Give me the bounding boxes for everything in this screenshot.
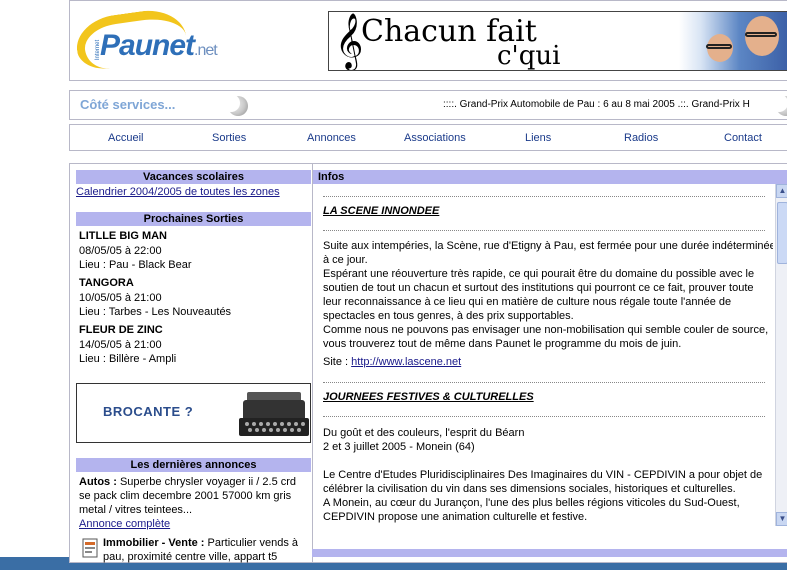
infos-content: LA SCENE INNONDEE Suite aux intempéries,… <box>313 184 773 570</box>
article-text: Du goût et des couleurs, l'esprit du Béa… <box>323 427 525 439</box>
sortie-date: 08/05/05 à 22:00 <box>79 245 162 257</box>
annonce-text: Superbe chrysler voyager ii / 2.5 crd <box>119 476 297 488</box>
brocante-text: BROCANTE ? <box>103 404 194 419</box>
nav-accueil[interactable]: Accueil <box>108 132 143 144</box>
article-text: Le Centre d'Etudes Pluridisciplinaires D… <box>323 469 763 481</box>
infos-scrollbar[interactable]: ▲ ▼ <box>775 184 787 526</box>
sortie-lieu: Lieu : Billère - Ampli <box>79 353 177 365</box>
sortie-lieu: Lieu : Pau - Black Bear <box>79 259 192 271</box>
divider <box>323 382 765 383</box>
logo-text: Paunet.net <box>100 29 218 63</box>
article-site: Site : http://www.lascene.net <box>323 355 461 369</box>
treble-clef-icon: 𝄞 <box>335 13 364 69</box>
services-title[interactable]: Côté services... <box>80 97 175 112</box>
vacances-heading: Vacances scolaires <box>76 170 311 184</box>
sortie-date: 10/05/05 à 21:00 <box>79 292 162 304</box>
annonce-line: Autos : Superbe chrysler voyager ii / 2.… <box>79 475 296 489</box>
services-bar: Côté services... ::::. Grand-Prix Automo… <box>69 90 787 120</box>
article-title[interactable]: LA SCENE INNONDEE <box>323 205 439 217</box>
scroll-thumb[interactable] <box>777 202 787 264</box>
brocante-banner[interactable]: BROCANTE ? <box>76 383 311 443</box>
article-text: Espérant une réouverture très rapide, ce… <box>323 268 755 280</box>
article-title[interactable]: JOURNEES FESTIVES & CULTURELLES <box>323 391 534 403</box>
nav-annonces[interactable]: Annonces <box>307 132 356 144</box>
sortie-date: 14/05/05 à 21:00 <box>79 339 162 351</box>
site-label: Site : <box>323 356 349 368</box>
divider <box>323 416 765 417</box>
scroll-up-button[interactable]: ▲ <box>776 184 787 198</box>
divider <box>323 230 765 231</box>
annonce-text: Particulier vends à <box>207 537 299 549</box>
glasses-right-icon <box>745 32 777 37</box>
article-text: Suite aux intempéries, la Scène, rue d'E… <box>323 240 773 252</box>
nav-associations[interactable]: Associations <box>404 132 466 144</box>
nav-radios[interactable]: Radios <box>624 132 658 144</box>
site-link[interactable]: http://www.lascene.net <box>351 356 461 368</box>
document-icon <box>82 538 98 558</box>
scroll-down-button[interactable]: ▼ <box>776 512 787 526</box>
moon-icon-right <box>770 94 787 116</box>
article-text: leur reconnaissance à ce lieu qui en mat… <box>323 296 732 308</box>
vacances-link[interactable]: Calendrier 2004/2005 de toutes les zones <box>76 185 280 199</box>
article-text: soutien de tout un chacun et surtout des… <box>323 282 754 294</box>
page: Internet Paunet.net 𝄞 Chacun fait c'qui … <box>0 0 787 563</box>
article-text: à ce jour. <box>323 254 368 266</box>
annonce-text: se pack clim decembre 2001 57000 km gris <box>79 490 292 502</box>
annonce-category: Autos : <box>79 476 117 488</box>
main-nav: Accueil Sorties Annonces Associations Li… <box>69 124 787 151</box>
annonce-text: metal / vitres teintees... <box>79 504 193 516</box>
article-text: A Monein, au cœur du Jurançon, l'une des… <box>323 497 740 509</box>
header-banner[interactable]: 𝄞 Chacun fait c'qui <box>328 11 787 71</box>
annonce-text: pau, proximité centre ville, appart t5 <box>103 551 278 563</box>
banner-line-2: c'qui <box>497 41 561 71</box>
nav-sorties[interactable]: Sorties <box>212 132 246 144</box>
divider <box>323 196 765 197</box>
left-column: Vacances scolaires Calendrier 2004/2005 … <box>69 163 313 563</box>
annonces-heading: Les dernières annonces <box>76 458 311 472</box>
article-text: vous trouverez tout de même dans Paunet … <box>323 338 682 350</box>
sortie-title[interactable]: LITLLE BIG MAN <box>79 229 167 243</box>
next-section-heading <box>312 549 787 557</box>
sortie-title[interactable]: FLEUR DE ZINC <box>79 323 163 337</box>
article-text: Comme nous ne pouvons pas envisager une … <box>323 324 769 336</box>
infos-column: Infos LA SCENE INNONDEE Suite aux intemp… <box>312 163 787 563</box>
article-text: CEPDIVIN propose une animation culturell… <box>323 511 588 523</box>
banner-photo <box>679 12 787 70</box>
infos-heading: Infos <box>313 170 787 184</box>
sortie-title[interactable]: TANGORA <box>79 276 134 290</box>
nav-liens[interactable]: Liens <box>525 132 551 144</box>
glasses-left-icon <box>706 44 732 49</box>
article-text: spectacles en tous genres, à des prix su… <box>323 310 574 322</box>
nav-contact[interactable]: Contact <box>724 132 762 144</box>
site-header: Internet Paunet.net 𝄞 Chacun fait c'qui <box>69 0 787 81</box>
typewriter-icon <box>239 392 309 436</box>
logo-name: Paunet <box>100 29 195 62</box>
paunet-logo[interactable]: Internet Paunet.net <box>72 5 234 73</box>
logo-suffix: .net <box>194 42 218 59</box>
sorties-heading: Prochaines Sorties <box>76 212 311 226</box>
sortie-lieu: Lieu : Tarbes - Les Nouveautés <box>79 306 232 318</box>
annonce-category: Immobilier - Vente : <box>103 537 205 549</box>
moon-icon <box>222 94 248 116</box>
news-ticker[interactable]: ::::. Grand-Prix Automobile de Pau : 6 a… <box>443 99 775 110</box>
article-text: 2 et 3 juillet 2005 - Monein (64) <box>323 441 475 453</box>
annonce-line: Immobilier - Vente : Particulier vends à <box>103 536 298 550</box>
annonce-link[interactable]: Annonce complète <box>79 517 170 531</box>
left-margin <box>0 0 69 557</box>
article-text: célébrer la civilisation du vin dans ses… <box>323 483 736 495</box>
